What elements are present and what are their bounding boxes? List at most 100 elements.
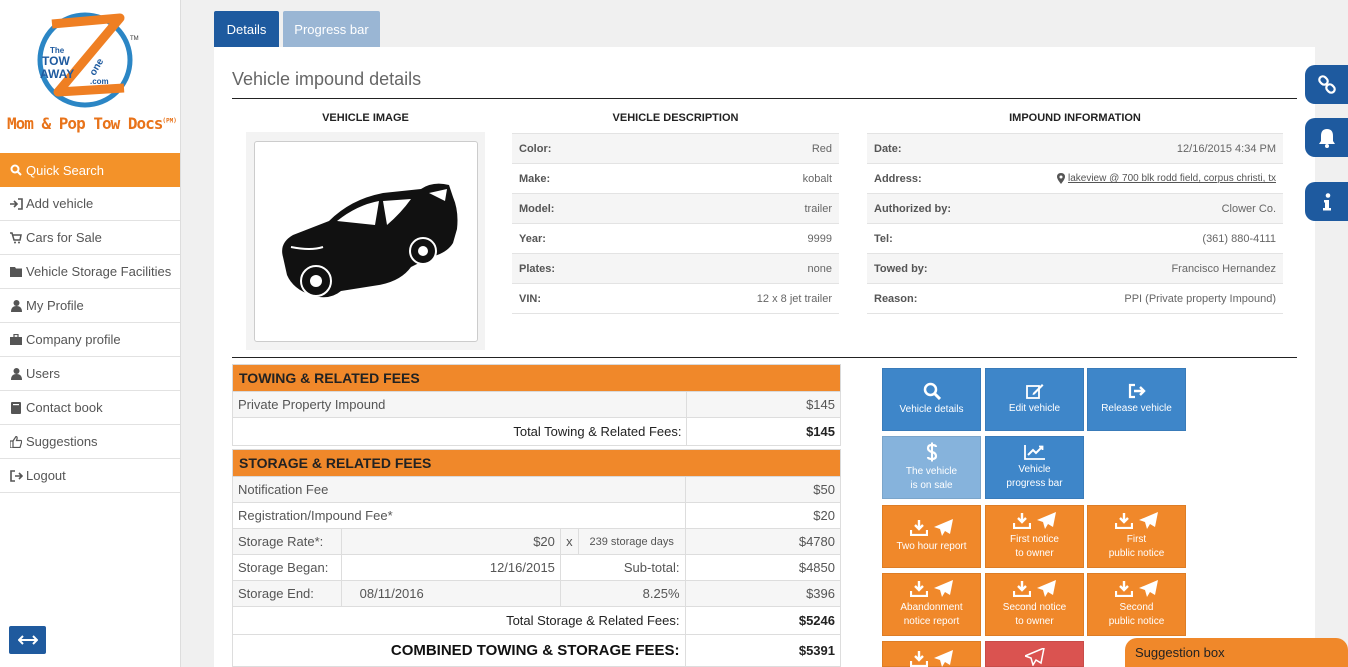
button-label: is on sale xyxy=(910,480,953,491)
first-notice-owner-button[interactable]: First notice to owner xyxy=(985,505,1084,568)
button-label: The vehicle xyxy=(905,466,958,477)
info-label: Authorized by: xyxy=(874,202,951,215)
info-row: Reason: PPI (Private property Impound) xyxy=(867,284,1283,314)
fee-total-value: $145 xyxy=(806,424,835,439)
button-label: Abandonment xyxy=(900,602,963,613)
two-hour-report-button[interactable]: Two hour report xyxy=(882,505,981,568)
fee-total-row: Total Towing & Related Fees: $145 xyxy=(232,418,841,446)
release-vehicle-button[interactable]: Release vehicle xyxy=(1087,368,1186,431)
fee-value: $50 xyxy=(813,482,835,497)
nav-label: Company profile xyxy=(26,332,121,347)
sign-in-icon xyxy=(9,197,23,211)
send-icon xyxy=(933,580,953,597)
button-label: to owner xyxy=(1015,616,1054,627)
suggestion-box-button[interactable]: Suggestion box xyxy=(1125,638,1348,667)
vehicle-progress-bar-button[interactable]: Vehicle progress bar xyxy=(985,436,1084,499)
download-icon xyxy=(909,651,928,667)
info-label: Date: xyxy=(874,142,902,155)
combined-total-label: COMBINED TOWING & STORAGE FEES: xyxy=(233,635,686,666)
nav-quick-search[interactable]: Quick Search xyxy=(0,153,180,187)
info-label: Make: xyxy=(519,172,551,185)
impound-information-table: Date: 12/16/2015 4:34 PM Address: lakevie… xyxy=(867,133,1283,314)
fee-label: Storage Began: xyxy=(233,555,342,580)
logo[interactable]: The TOW AWAY one .com TM Mom & Pop Tow D… xyxy=(0,0,180,150)
car-silhouette-icon xyxy=(282,183,458,297)
brand-mark: (PM) xyxy=(162,117,177,125)
vehicle-details-button[interactable]: Vehicle details xyxy=(882,368,981,431)
first-public-notice-button[interactable]: First public notice xyxy=(1087,505,1186,568)
page-title: Vehicle impound details xyxy=(232,69,422,89)
address-text: lakeview @ 700 blk rodd field, corpus ch… xyxy=(1067,173,1276,184)
nav-add-vehicle[interactable]: Add vehicle xyxy=(0,187,180,221)
info-value: Red xyxy=(811,142,832,155)
notifications-tab[interactable] xyxy=(1305,118,1348,157)
info-value: Francisco Hernandez xyxy=(1171,262,1276,275)
button-label: public notice xyxy=(1108,616,1165,627)
send-notice-button[interactable] xyxy=(985,641,1084,667)
vehicle-on-sale-button[interactable]: The vehicle is on sale xyxy=(882,436,981,499)
send-icon xyxy=(1138,512,1158,529)
info-value: trailer xyxy=(804,202,832,215)
nav-users[interactable]: Users xyxy=(0,357,180,391)
second-notice-owner-button[interactable]: Second notice to owner xyxy=(985,573,1084,636)
fee-row: Storage Rate*: $20 x 239 storage days $4… xyxy=(232,529,841,555)
nav-storage-facilities[interactable]: Vehicle Storage Facilities xyxy=(0,255,180,289)
user-icon xyxy=(9,367,23,381)
sidebar: The TOW AWAY one .com TM Mom & Pop Tow D… xyxy=(0,0,181,667)
info-row: Year: 9999 xyxy=(512,224,839,254)
abandonment-notice-button[interactable]: Abandonment notice report xyxy=(882,573,981,636)
send-icon xyxy=(1138,580,1158,597)
dollar-icon xyxy=(926,442,937,462)
nav-label: Contact book xyxy=(26,400,103,415)
line-chart-icon xyxy=(1023,445,1045,460)
info-value: Clower Co. xyxy=(1221,202,1276,215)
nav-my-profile[interactable]: My Profile xyxy=(0,289,180,323)
fee-label: Registration/Impound Fee* xyxy=(233,503,686,528)
fee-label: Storage End: xyxy=(233,581,342,606)
info-label: Tel: xyxy=(874,232,893,245)
info-label: Year: xyxy=(519,232,546,245)
briefcase-icon xyxy=(9,333,23,347)
fee-row: Storage Began: 12/16/2015 Sub-total: $48… xyxy=(232,555,841,581)
nav-company-profile[interactable]: Company profile xyxy=(0,323,180,357)
info-value: PPI (Private property Impound) xyxy=(1124,292,1276,305)
nav-label: My Profile xyxy=(26,298,84,313)
thumbs-up-icon xyxy=(9,435,23,449)
sidebar-toggle-button[interactable] xyxy=(9,626,46,654)
info-value: none xyxy=(807,262,832,275)
nav-contact-book[interactable]: Contact book xyxy=(0,391,180,425)
button-label: First notice xyxy=(1010,534,1059,545)
vehicle-image[interactable] xyxy=(254,141,478,342)
info-row: Make: kobalt xyxy=(512,164,839,194)
info-row: Towed by: Francisco Hernandez xyxy=(867,254,1283,284)
button-label: First xyxy=(1126,534,1147,545)
tax-rate: 8.25% xyxy=(561,581,686,606)
tab-progress-bar[interactable]: Progress bar xyxy=(283,11,380,47)
info-label: Color: xyxy=(519,142,552,155)
nav-suggestions[interactable]: Suggestions xyxy=(0,425,180,459)
nav-logout[interactable]: Logout xyxy=(0,459,180,493)
fee-value: $396 xyxy=(806,586,835,601)
info-row: Plates: none xyxy=(512,254,839,284)
address-link[interactable]: lakeview @ 700 blk rodd field, corpus ch… xyxy=(1056,173,1276,184)
tab-details[interactable]: Details xyxy=(214,11,279,47)
info-label: Model: xyxy=(519,202,555,215)
info-label: VIN: xyxy=(519,292,541,305)
second-public-notice-button[interactable]: Second public notice xyxy=(1087,573,1186,636)
info-tab[interactable] xyxy=(1305,182,1348,221)
button-label: to owner xyxy=(1015,548,1054,559)
towing-fees-table: TOWING & RELATED FEES Private Property I… xyxy=(232,364,841,446)
links-tab[interactable] xyxy=(1305,65,1348,104)
sign-out-icon xyxy=(1128,383,1146,399)
nav-cars-for-sale[interactable]: Cars for Sale xyxy=(0,221,180,255)
fee-row: Storage End: 08/11/2016 8.25% $396 xyxy=(232,581,841,607)
storage-days: 239 storage days xyxy=(579,529,686,554)
nav-label: Cars for Sale xyxy=(26,230,102,245)
fee-row: Private Property Impound $145 xyxy=(232,392,841,418)
nav-label: Users xyxy=(26,366,60,381)
nav-label: Add vehicle xyxy=(26,196,94,211)
button-label: progress bar xyxy=(1006,478,1063,489)
sign-out-icon xyxy=(9,469,23,483)
notice-report-button[interactable] xyxy=(882,641,981,667)
edit-vehicle-button[interactable]: Edit vehicle xyxy=(985,368,1084,431)
